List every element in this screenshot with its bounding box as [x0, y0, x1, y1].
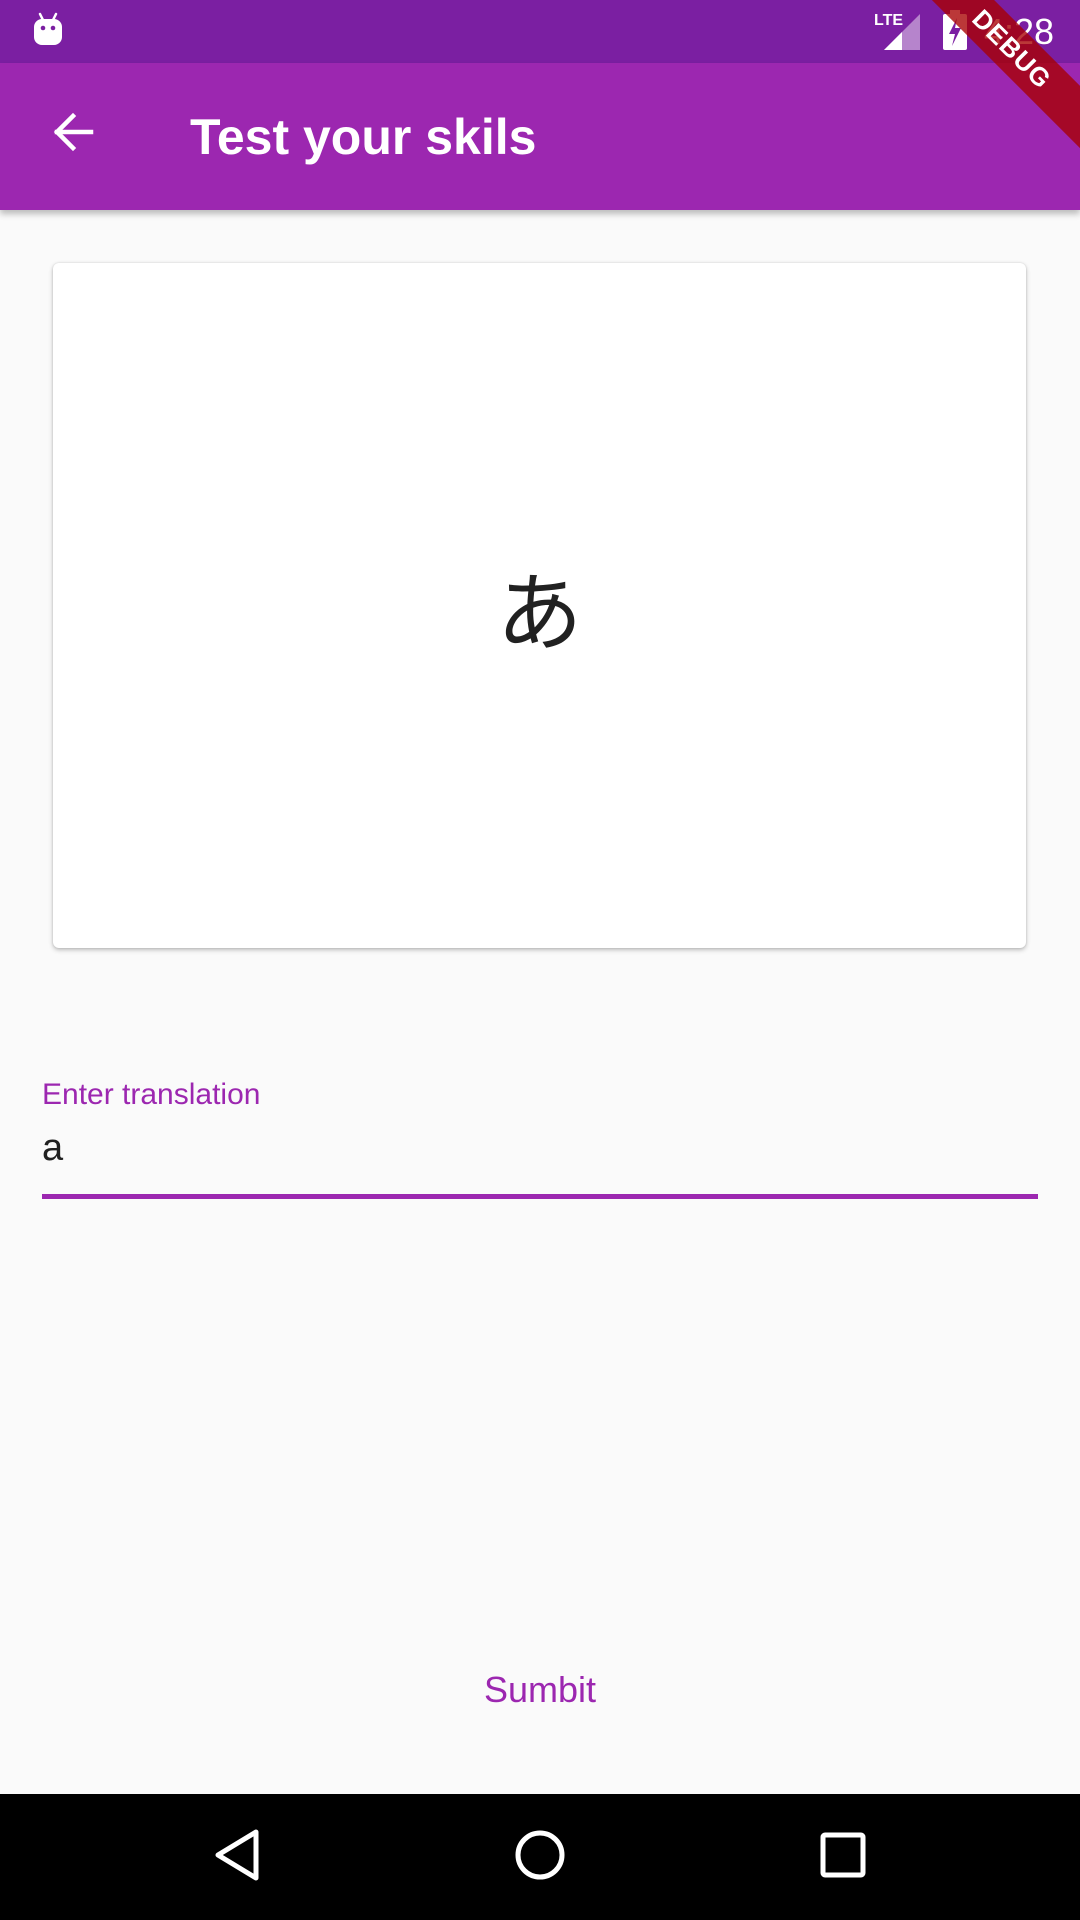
home-circle-icon	[513, 1828, 567, 1887]
submit-button[interactable]: Sumbit	[440, 1654, 640, 1724]
character-display: あ	[496, 564, 583, 664]
nav-recents-button[interactable]	[803, 1817, 883, 1897]
arrow-back-icon	[51, 110, 95, 159]
nav-home-button[interactable]	[500, 1817, 580, 1897]
field-underline	[42, 1194, 1038, 1199]
nav-back-button[interactable]	[197, 1817, 277, 1897]
translation-field[interactable]: Enter translation	[42, 1075, 1038, 1201]
lte-signal-icon: LTE	[872, 10, 922, 57]
navigation-bar	[0, 1794, 1080, 1920]
back-button[interactable]	[37, 98, 109, 170]
android-icon	[32, 12, 64, 51]
app-bar: Test your skils	[0, 63, 1080, 210]
recents-square-icon	[818, 1830, 868, 1885]
svg-text:LTE: LTE	[874, 12, 903, 29]
character-card: あ	[53, 263, 1026, 948]
translation-input[interactable]	[42, 1123, 1032, 1173]
page-title: Test your skils	[190, 109, 537, 165]
back-triangle-icon	[212, 1828, 262, 1887]
status-bar: LTE 4:28	[0, 0, 1080, 63]
translation-label: Enter translation	[42, 1078, 261, 1111]
